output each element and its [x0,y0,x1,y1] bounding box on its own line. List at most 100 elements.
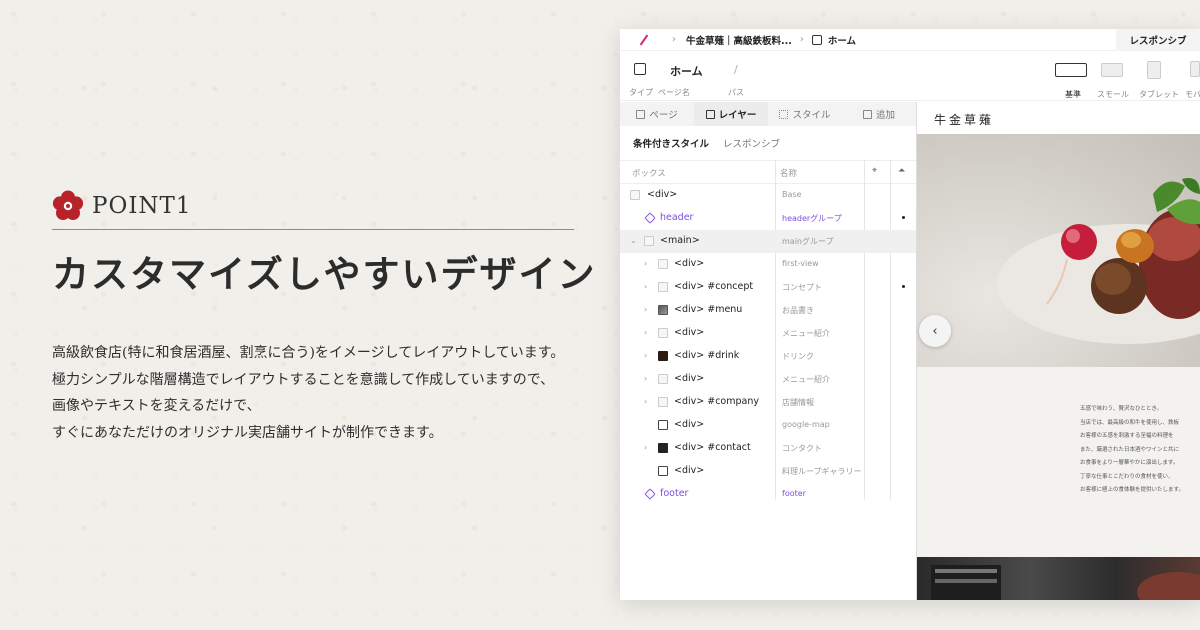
device-tablet-button[interactable]: タブレット [1139,61,1179,99]
layer-label: <div> [674,419,705,430]
app-logo-icon[interactable] [639,34,649,45]
layer-label: <div> [674,327,705,338]
chevron-right-icon[interactable]: › [644,374,647,383]
chevron-right-icon[interactable]: › [644,282,647,291]
grill-image [917,557,1200,600]
tab-layers[interactable]: レイヤー [694,102,768,126]
layer-row[interactable]: › <div> メニュー紹介 [620,368,916,391]
chevron-right-icon[interactable]: › [644,397,647,406]
layer-row[interactable]: › <div> #menu お品書き [620,299,916,322]
layers-icon [705,109,715,119]
layer-row[interactable]: › <div> #concept コンセプト [620,276,916,299]
layer-name: footer [782,489,806,498]
embed-icon [658,420,668,430]
hover-state-icon[interactable]: ⌖ [872,166,877,176]
layer-name: first-view [782,259,819,268]
box-icon [658,259,668,269]
tab-responsive[interactable]: レスポンシブ [1116,29,1200,51]
layer-name: 料理ループギャラリー [782,467,862,476]
page-icon [636,109,646,119]
concept-section: 五感で味わう、贅沢なひととき。 当店では、最高級の和牛を使用し、鉄板 お客様の五… [917,367,1200,557]
device-small-button[interactable]: スモール [1097,61,1129,99]
description-line: すぐにあなただけのオリジナル実店舗サイトが制作できます。 [52,424,443,441]
chevron-down-icon[interactable]: ⌄ [630,236,637,245]
home-icon[interactable] [634,63,646,75]
layer-name: メニュー紹介 [782,329,830,338]
site-preview: 牛金草薙 ‹ 五感で味わう、贅沢なひととき。 当店では、最高級の和牛を使用し、鉄… [917,102,1200,600]
layer-name: お品書き [782,306,814,315]
concept-line: お客様の五感を刺激する至福の料理を [1080,433,1174,439]
box-icon [658,443,668,453]
tab-style[interactable]: スタイル [768,102,842,126]
layer-name: Base [782,190,802,199]
layer-row[interactable]: › <div> #contact コンタクト [620,437,916,460]
site-logo: 牛金草薙 [934,113,995,127]
layer-label: <main> [660,235,700,246]
chevron-right-icon[interactable]: › [644,259,647,268]
layer-name: mainグループ [782,237,834,246]
subtab-conditional-style[interactable]: 条件付きスタイル [633,136,709,150]
point-label: POINT1 [92,193,192,219]
concept-line: また、厳選された日本酒やワインと共に [1080,446,1180,453]
layer-label: <div> [674,373,705,384]
layer-row[interactable]: <div> 料理ループギャラリー [620,460,916,483]
chevron-right-icon: › [672,34,676,45]
box-icon [644,236,654,246]
layer-row[interactable]: › <div> #company 店舗情報 [620,391,916,414]
layer-label: <div> [674,258,705,269]
concept-line: 五感で味わう、贅沢なひととき。 [1080,406,1163,412]
path-value[interactable]: / [734,63,738,76]
breadcrumb-page[interactable]: ホーム [828,33,856,47]
box-icon [658,397,668,407]
plum-blossom-icon [52,190,84,222]
layer-row[interactable]: <div> Base [620,184,916,207]
column-name: 名称 [780,169,798,179]
layer-row[interactable]: › <div> #drink ドリンク [620,345,916,368]
layer-row[interactable]: <div> google-map [620,414,916,437]
plus-icon [862,109,872,119]
headline: カスタマイズしやすいデザイン [52,252,597,296]
column-box: ボックス [632,169,666,179]
concept-line: お食事をより一層華やかに演出します。 [1080,460,1179,466]
hero-image [917,134,1200,367]
breadcrumb-site[interactable]: 牛金草薙｜高級鉄板料... [686,33,792,47]
chevron-right-icon[interactable]: › [644,305,647,314]
tab-page[interactable]: ページ [620,102,694,126]
panel-subtabs: 条件付きスタイル レスポンシブ [620,126,916,160]
component-icon [644,488,656,500]
path-label: パス [728,88,744,97]
carousel-prev-button[interactable]: ‹ [919,315,951,347]
concept-text: 五感で味わう、贅沢なひととき。 当店では、最高級の和牛を使用し、鉄板 お客様の五… [1080,403,1184,498]
layer-row[interactable]: › <div> メニュー紹介 [620,322,916,345]
type-label: タイプ [629,88,653,97]
tab-add[interactable]: 追加 [842,102,916,126]
device-mobile-button[interactable]: モバ [1185,61,1200,99]
visibility-icon[interactable]: ⏶ [898,166,905,176]
page-name-value[interactable]: ホーム [670,63,703,79]
layer-row[interactable]: header headerグループ [620,207,916,230]
layer-row[interactable]: ⌄ <main> mainグループ [620,230,916,253]
point-heading: POINT1 [52,190,192,222]
layer-name: 店舗情報 [782,398,814,407]
divider [52,229,574,230]
image-thumbnail-icon [658,351,668,361]
chevron-right-icon[interactable]: › [644,443,647,452]
layer-row[interactable]: › <div> first-view [620,253,916,276]
chevron-right-icon[interactable]: › [644,351,647,360]
subtab-responsive[interactable]: レスポンシブ [723,136,780,150]
layer-label: <div> #menu [674,304,743,315]
chevron-right-icon: › [799,34,804,45]
device-label: タブレット [1139,90,1179,99]
tab-label: レイヤー [718,110,757,121]
device-base-button[interactable]: 基準 [1055,61,1087,99]
layer-label: <div> [647,189,678,200]
page-name-label: ページ名 [658,88,690,97]
layer-row[interactable]: footer footer [620,483,916,506]
box-icon [658,282,668,292]
description-line: 画像やテキストを変えるだけで、 [52,398,261,414]
page-settings-bar: ホーム / タイプ ページ名 パス 基準 スモール タブレット モバ [620,51,1200,101]
tab-label: 追加 [875,110,895,121]
preview-header: 牛金草薙 [917,102,1200,134]
chevron-right-icon[interactable]: › [644,328,647,337]
status-dot [902,216,905,219]
